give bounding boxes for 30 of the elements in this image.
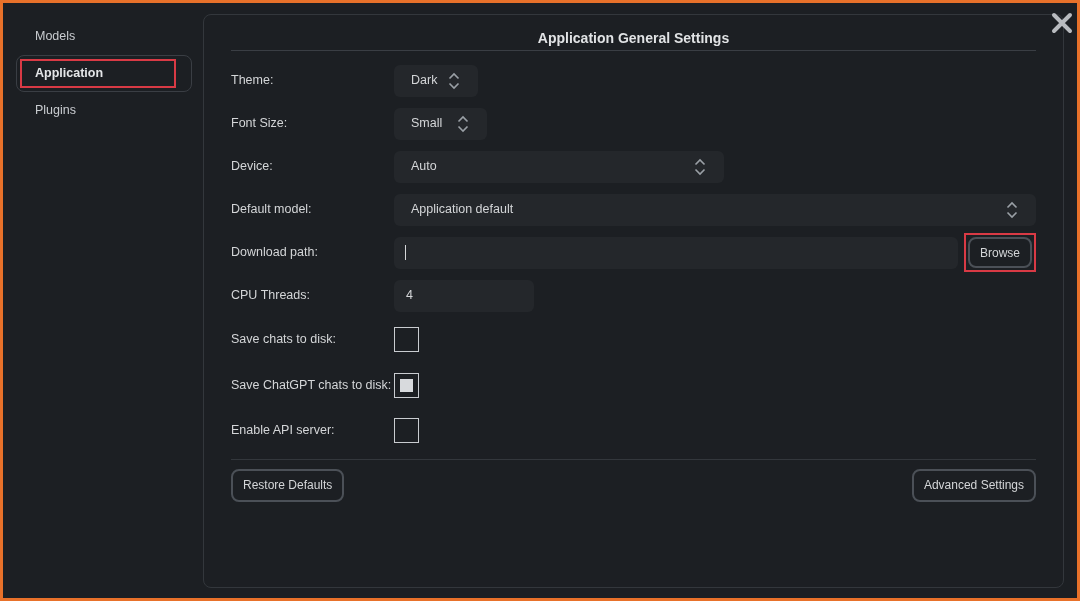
setting-label: Download path:	[231, 244, 319, 262]
checkbox[interactable]	[394, 372, 419, 398]
nav-item[interactable]: Models	[16, 18, 192, 55]
checkbox[interactable]	[394, 418, 419, 444]
setting-label: Device:	[231, 158, 274, 176]
setting-label: CPU Threads:	[231, 287, 311, 305]
path-field[interactable]	[394, 236, 958, 269]
text-field[interactable]: 4	[394, 279, 534, 312]
dropdown[interactable]: Small	[394, 107, 487, 140]
browse-button[interactable]: Browse	[968, 237, 1032, 268]
close-icon[interactable]	[1051, 12, 1073, 34]
dropdown[interactable]: Application default	[394, 193, 1036, 226]
setting-label: Save chats to disk:	[231, 331, 337, 349]
dropdown[interactable]: Auto	[394, 150, 724, 183]
setting-label: Theme:	[231, 72, 275, 90]
nav-item[interactable]: Plugins	[16, 92, 192, 129]
checkbox[interactable]	[394, 327, 419, 353]
setting-label: Font Size:	[231, 115, 289, 133]
action-button[interactable]: Advanced Settings	[911, 468, 1036, 502]
up-down-icon	[448, 71, 460, 90]
action-button[interactable]: Restore Defaults	[231, 468, 345, 502]
up-down-icon	[457, 114, 469, 133]
up-down-icon	[1006, 200, 1018, 219]
nav-item[interactable]: Application	[16, 55, 192, 92]
up-down-icon	[694, 157, 706, 176]
panel-title: Application General Settings	[231, 15, 1036, 51]
setting-label: Enable API server:	[231, 422, 336, 440]
setting-label: Default model:	[231, 201, 313, 219]
setting-label: Save ChatGPT chats to disk:	[231, 376, 393, 394]
dropdown[interactable]: Dark	[394, 64, 478, 97]
